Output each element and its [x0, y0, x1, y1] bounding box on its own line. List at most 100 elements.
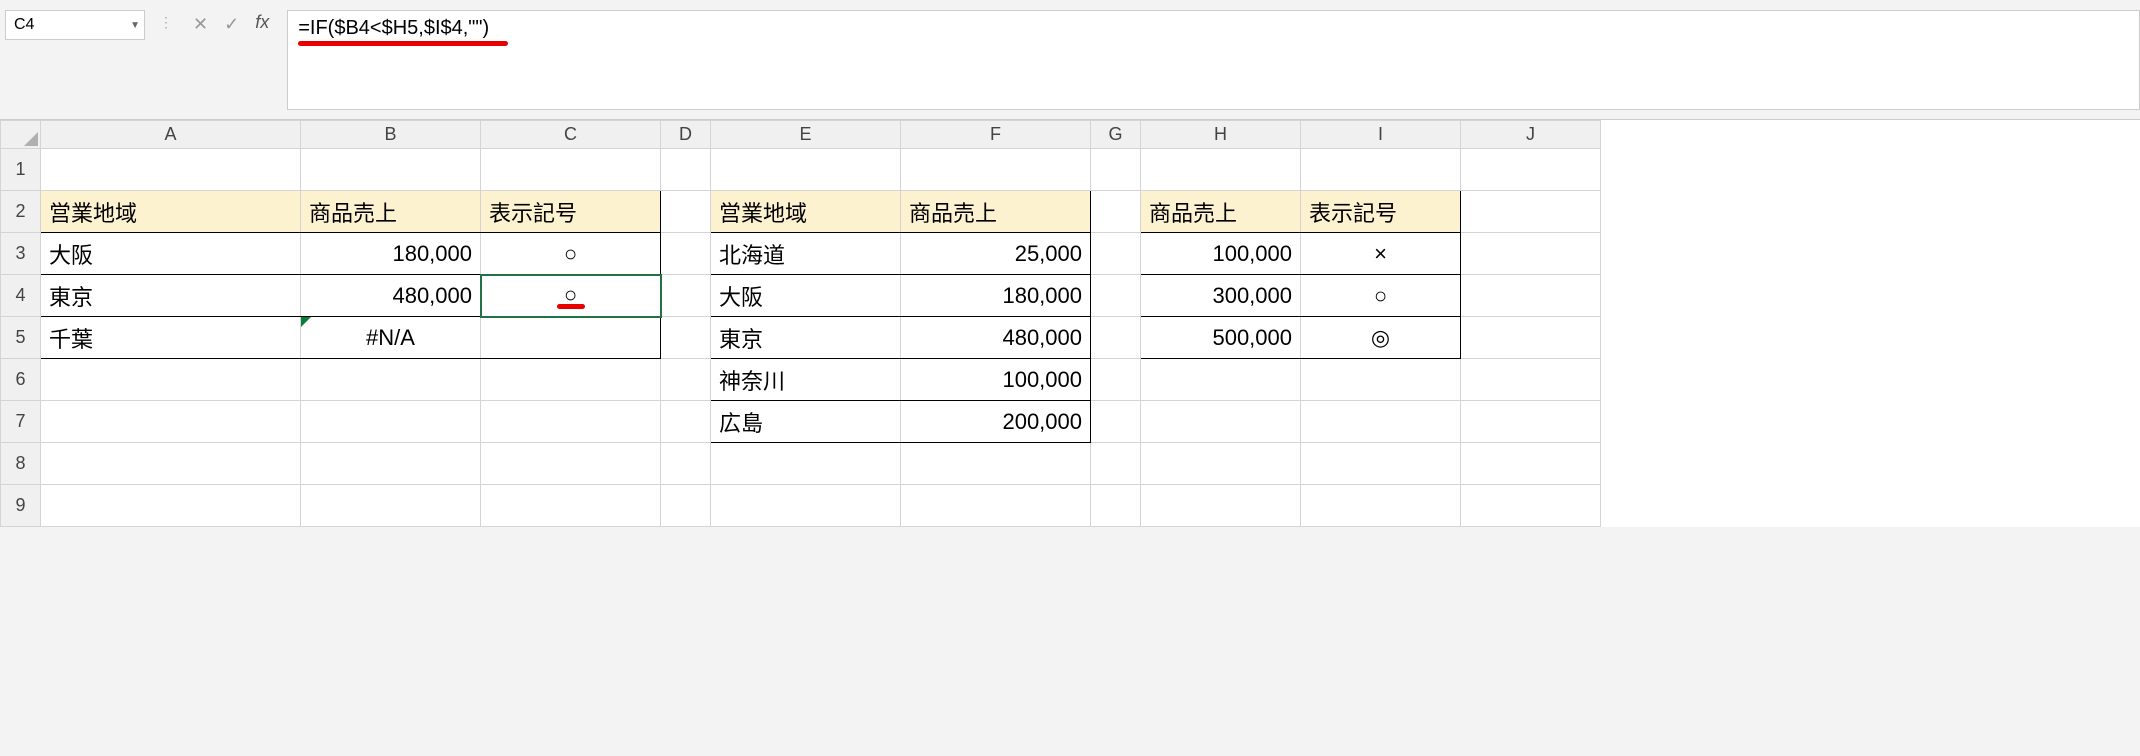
row-header[interactable]: 3: [1, 233, 41, 275]
cell[interactable]: [301, 401, 481, 443]
cell[interactable]: [1091, 485, 1141, 527]
cell[interactable]: [1461, 149, 1601, 191]
cell[interactable]: [41, 359, 301, 401]
cell[interactable]: 300,000: [1141, 275, 1301, 317]
cell[interactable]: [1461, 317, 1601, 359]
cell[interactable]: [711, 149, 901, 191]
chevron-down-icon[interactable]: ▼: [130, 20, 140, 31]
cell[interactable]: [1091, 275, 1141, 317]
col-header[interactable]: A: [41, 121, 301, 149]
cell[interactable]: [711, 485, 901, 527]
cell[interactable]: [1461, 401, 1601, 443]
cell[interactable]: 北海道: [711, 233, 901, 275]
cell[interactable]: [1141, 149, 1301, 191]
cell[interactable]: 営業地域: [41, 191, 301, 233]
col-header[interactable]: C: [481, 121, 661, 149]
cell[interactable]: [481, 317, 661, 359]
cell[interactable]: [301, 359, 481, 401]
cell[interactable]: 25,000: [901, 233, 1091, 275]
row-header[interactable]: 5: [1, 317, 41, 359]
cell[interactable]: [661, 317, 711, 359]
col-header[interactable]: E: [711, 121, 901, 149]
cell[interactable]: 表示記号: [481, 191, 661, 233]
row-header[interactable]: 4: [1, 275, 41, 317]
cell[interactable]: [901, 149, 1091, 191]
cell[interactable]: [1461, 485, 1601, 527]
col-header[interactable]: F: [901, 121, 1091, 149]
cell[interactable]: [481, 485, 661, 527]
cell[interactable]: [1461, 191, 1601, 233]
cell[interactable]: 100,000: [901, 359, 1091, 401]
cell[interactable]: 大阪: [41, 233, 301, 275]
cell[interactable]: 200,000: [901, 401, 1091, 443]
cell[interactable]: 神奈川: [711, 359, 901, 401]
cell[interactable]: [1301, 149, 1461, 191]
name-box[interactable]: C4 ▼: [5, 10, 145, 40]
confirm-icon[interactable]: ✓: [224, 14, 239, 35]
cell[interactable]: [41, 149, 301, 191]
formula-input[interactable]: =IF($B4<$H5,$I$4,""): [287, 10, 2140, 110]
cell[interactable]: [1141, 359, 1301, 401]
row-header[interactable]: 8: [1, 443, 41, 485]
selected-cell[interactable]: ○: [481, 275, 661, 317]
cell[interactable]: 広島: [711, 401, 901, 443]
cell[interactable]: [1301, 401, 1461, 443]
row-header[interactable]: 7: [1, 401, 41, 443]
cell[interactable]: 100,000: [1141, 233, 1301, 275]
row-header[interactable]: 2: [1, 191, 41, 233]
cell[interactable]: [1301, 443, 1461, 485]
spreadsheet-grid[interactable]: A B C D E F G H I J 1 2 営業地域 商品売上 表示記号 営…: [0, 120, 2140, 527]
cell[interactable]: [1141, 401, 1301, 443]
cell[interactable]: [1091, 149, 1141, 191]
cell[interactable]: [301, 485, 481, 527]
cell[interactable]: [1141, 485, 1301, 527]
cell[interactable]: 500,000: [1141, 317, 1301, 359]
cell[interactable]: [1301, 359, 1461, 401]
cell[interactable]: [1091, 233, 1141, 275]
col-header[interactable]: D: [661, 121, 711, 149]
cell[interactable]: 商品売上: [901, 191, 1091, 233]
cell[interactable]: [661, 233, 711, 275]
cell[interactable]: [301, 443, 481, 485]
cell[interactable]: [1091, 191, 1141, 233]
cell[interactable]: [481, 401, 661, 443]
cell[interactable]: 商品売上: [1141, 191, 1301, 233]
cell[interactable]: [661, 401, 711, 443]
cell[interactable]: 商品売上: [301, 191, 481, 233]
row-header[interactable]: 9: [1, 485, 41, 527]
cell[interactable]: [41, 485, 301, 527]
cell[interactable]: [661, 359, 711, 401]
cell[interactable]: 480,000: [901, 317, 1091, 359]
col-header[interactable]: J: [1461, 121, 1601, 149]
select-all-corner[interactable]: [1, 121, 41, 149]
cell[interactable]: 大阪: [711, 275, 901, 317]
cell[interactable]: [661, 485, 711, 527]
row-header[interactable]: 1: [1, 149, 41, 191]
cell[interactable]: [901, 443, 1091, 485]
cell-error[interactable]: #N/A: [301, 317, 481, 359]
cell[interactable]: [661, 149, 711, 191]
cell[interactable]: [1091, 401, 1141, 443]
cell[interactable]: 480,000: [301, 275, 481, 317]
cell[interactable]: 営業地域: [711, 191, 901, 233]
cell[interactable]: ○: [1301, 275, 1461, 317]
row-header[interactable]: 6: [1, 359, 41, 401]
cell[interactable]: [1461, 359, 1601, 401]
cell[interactable]: [481, 359, 661, 401]
cell[interactable]: 東京: [711, 317, 901, 359]
cell[interactable]: [661, 191, 711, 233]
cell[interactable]: [711, 443, 901, 485]
cell[interactable]: [41, 401, 301, 443]
cell[interactable]: [301, 149, 481, 191]
cell[interactable]: 千葉: [41, 317, 301, 359]
cell[interactable]: 180,000: [301, 233, 481, 275]
cell[interactable]: [1461, 233, 1601, 275]
col-header[interactable]: H: [1141, 121, 1301, 149]
cell[interactable]: [1301, 485, 1461, 527]
cell[interactable]: 180,000: [901, 275, 1091, 317]
cell[interactable]: ×: [1301, 233, 1461, 275]
fx-icon[interactable]: fx: [255, 12, 269, 33]
col-header[interactable]: G: [1091, 121, 1141, 149]
cell[interactable]: [1461, 443, 1601, 485]
cell[interactable]: [661, 275, 711, 317]
